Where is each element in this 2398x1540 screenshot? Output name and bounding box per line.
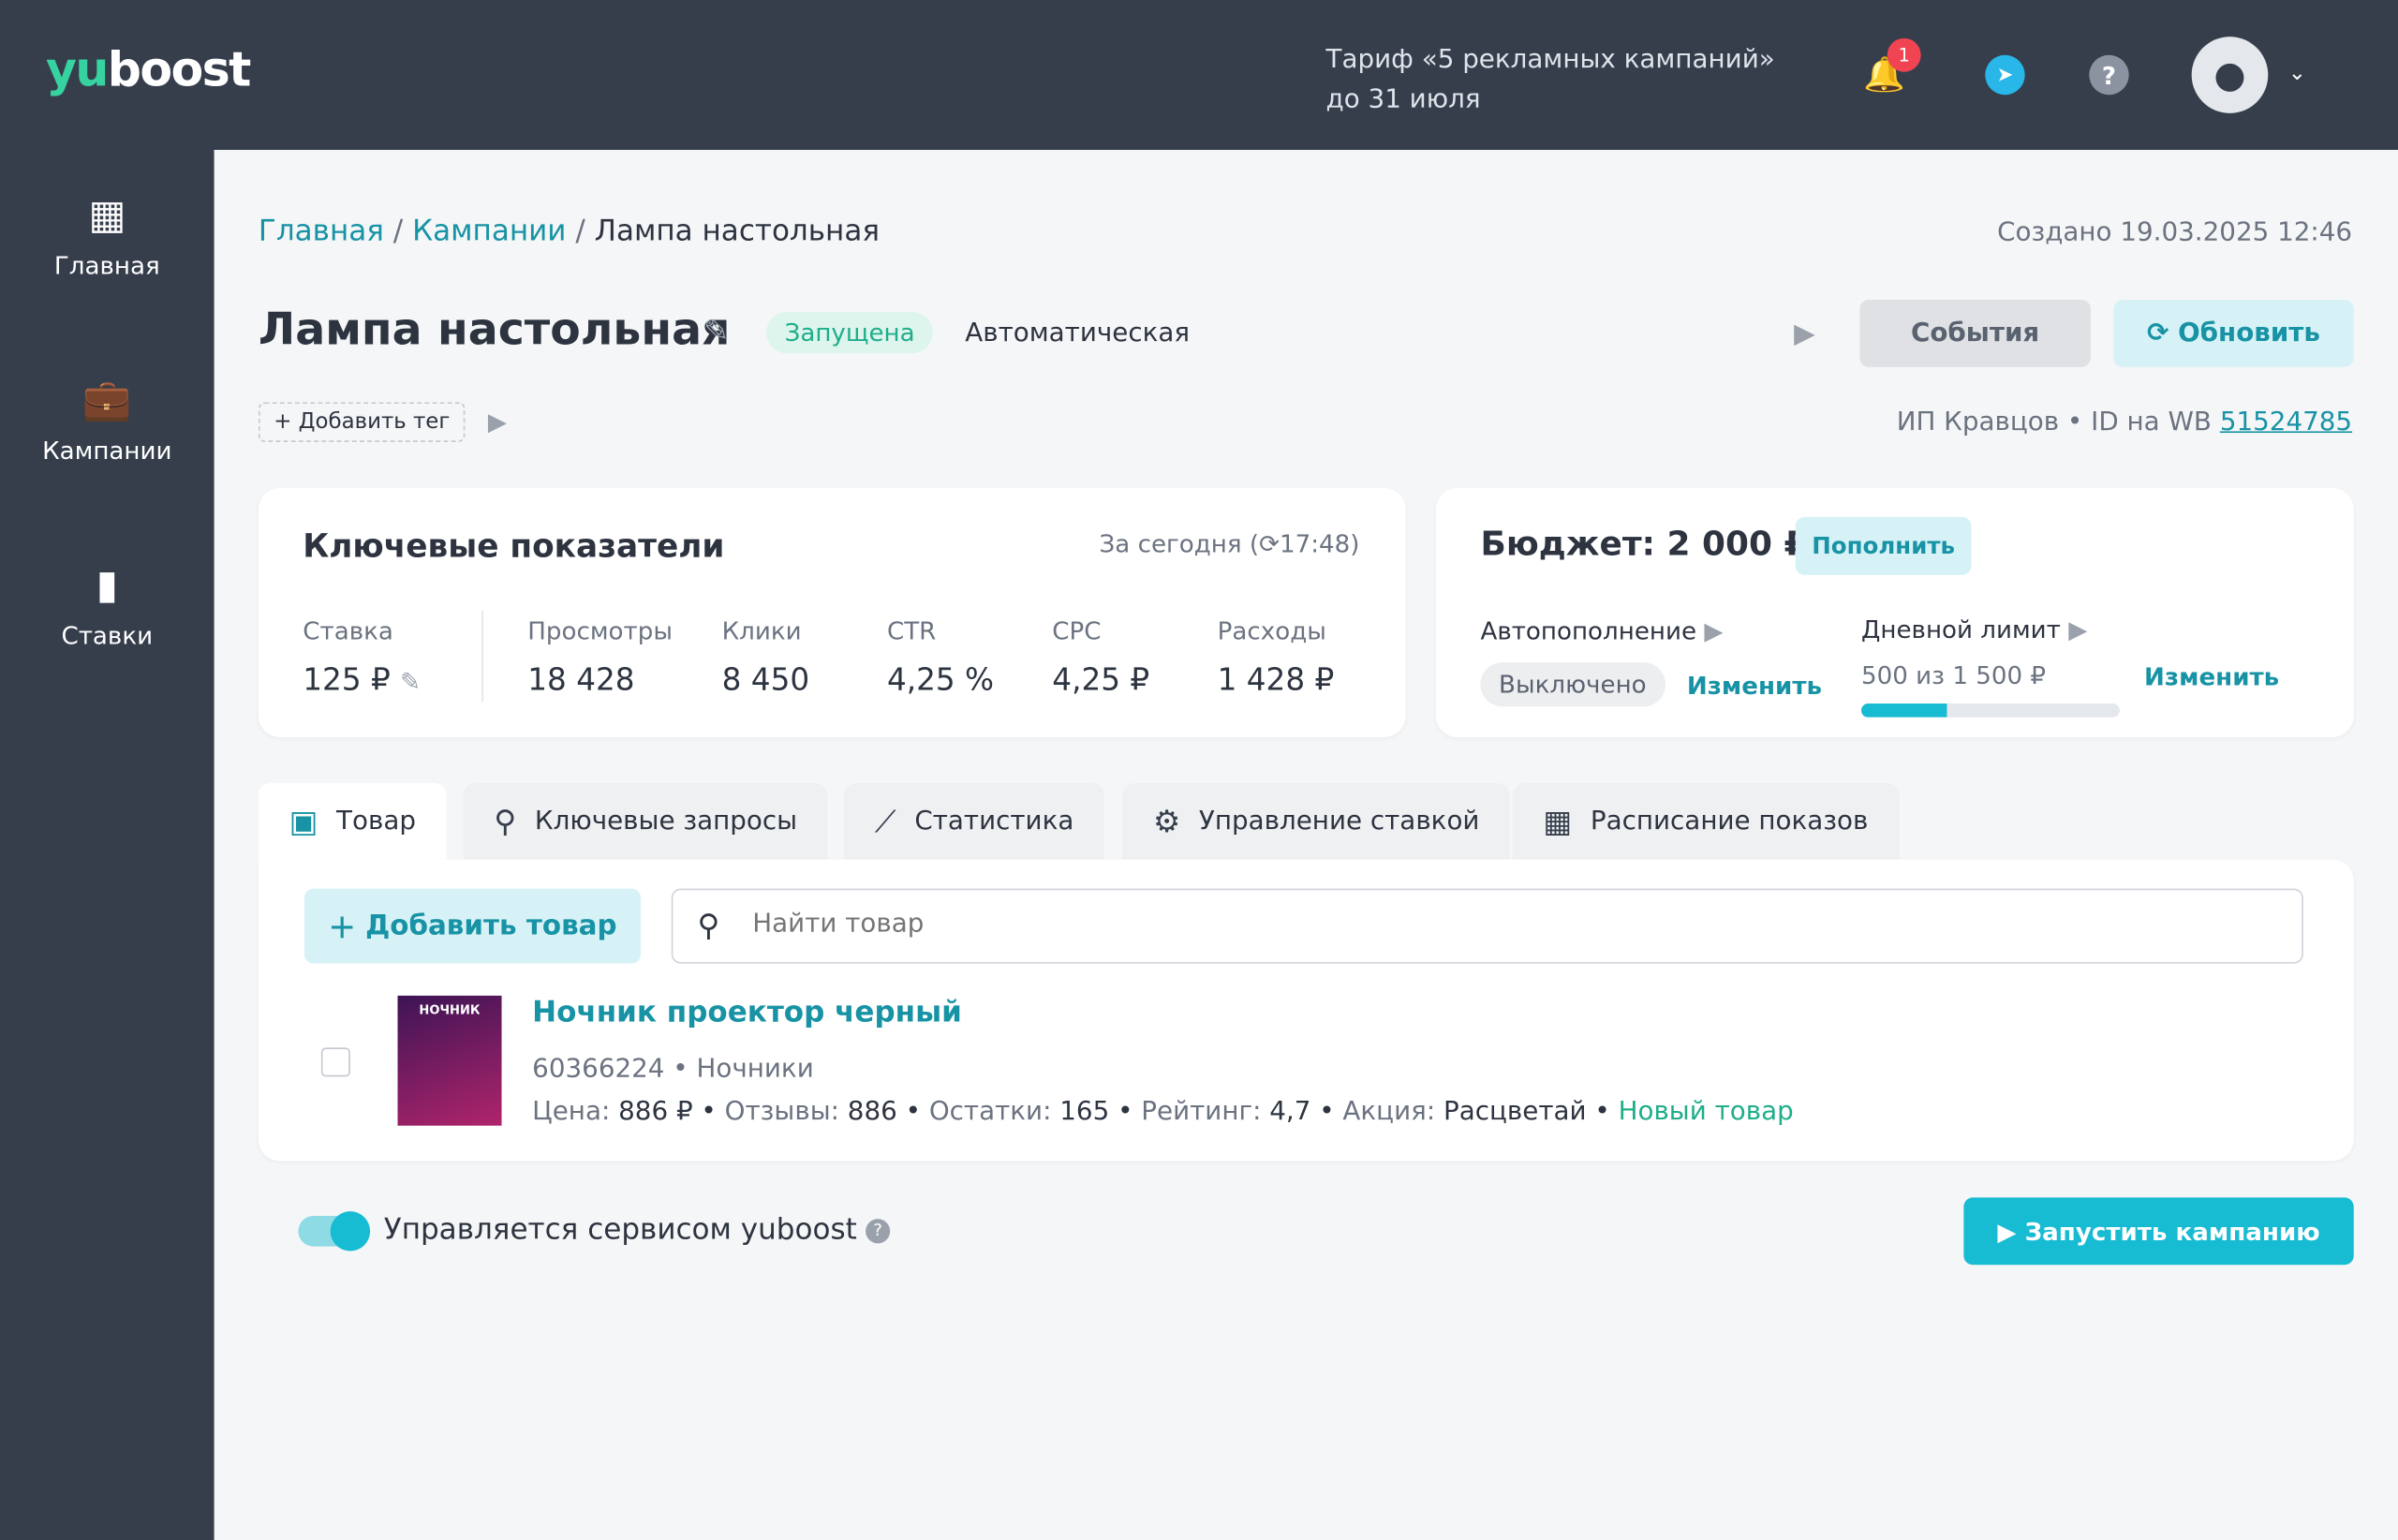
gear-icon: ⚙: [1153, 803, 1181, 840]
breadcrumb-campaigns[interactable]: Кампании: [412, 215, 566, 248]
product-details: Цена: 886 ₽ • Отзывы: 886 • Остатки: 165…: [532, 1096, 1794, 1128]
tab-label: Управление ставкой: [1198, 806, 1480, 837]
budget-title: Бюджет: 2 000 ₽: [1480, 526, 1808, 565]
breadcrumb: Главная / Кампании / Лампа настольная: [258, 214, 881, 248]
tab-0[interactable]: ▣ Товар: [258, 782, 447, 860]
logo[interactable]: yuboost: [46, 43, 251, 98]
product-name-link[interactable]: Ночник проектор черный: [532, 996, 962, 1029]
tab-label: Статистика: [914, 806, 1074, 837]
sidebar-item-campaigns[interactable]: 💼 Кампании: [0, 378, 215, 465]
add-tag-button[interactable]: + Добавить тег: [258, 402, 466, 442]
events-button[interactable]: События: [1859, 300, 2091, 367]
daily-limit-value: 500 из 1 500 ₽: [1860, 660, 2047, 690]
chevron-down-icon[interactable]: ⌄: [2282, 58, 2313, 89]
metric-0: Просмотры 18 428: [527, 616, 673, 698]
refresh-button[interactable]: ⟳ Обновить: [2113, 300, 2354, 367]
toggle-knob: [330, 1211, 371, 1251]
edit-icon[interactable]: ✎: [703, 312, 729, 348]
tab-label: Ключевые запросы: [534, 806, 798, 837]
bookmark-icon: ▣: [289, 803, 318, 840]
metric-label: Клики: [721, 615, 802, 645]
help-icon[interactable]: ?: [866, 1219, 891, 1244]
video-icon[interactable]: ▶: [1794, 318, 1815, 350]
daily-limit-fill: [1860, 703, 1947, 718]
created-date: Создано 19.03.2025 12:46: [1997, 216, 2353, 248]
video-icon[interactable]: ▶: [2068, 615, 2087, 644]
product-thumbnail[interactable]: НОЧНИК: [397, 995, 502, 1126]
tab-label: Расписание показов: [1590, 806, 1869, 837]
product-checkbox[interactable]: [320, 1047, 350, 1077]
metric-label: CTR: [886, 615, 937, 645]
search-icon: ⚲: [494, 803, 517, 840]
telegram-icon[interactable]: ➤: [1985, 54, 2025, 96]
main-content: Главная / Кампании / Лампа настольная Со…: [215, 150, 2398, 1540]
status-badge: Запущена: [765, 312, 934, 354]
wb-id-link[interactable]: 51524785: [2220, 407, 2352, 437]
product-meta: 60366224 • Ночники: [532, 1053, 814, 1085]
briefcase-icon: 💼: [81, 378, 132, 424]
help-icon[interactable]: ?: [2089, 54, 2129, 96]
autotopup-state: Выключено: [1480, 661, 1665, 707]
sync-icon: ⟳: [1259, 528, 1280, 558]
tab-4[interactable]: ▦ Расписание показов: [1512, 782, 1900, 860]
video-icon[interactable]: ▶: [488, 407, 507, 436]
tab-1[interactable]: ⚲ Ключевые запросы: [463, 782, 828, 860]
notification-badge: 1: [1887, 37, 1921, 72]
managed-label: Управляется сервисом yuboost: [383, 1212, 857, 1247]
campaign-type: Автоматическая: [965, 318, 1191, 349]
products-panel: ＋ Добавить товар ⚲ НОЧНИК Ночник проекто…: [258, 859, 2354, 1162]
metric-2: CTR 4,25 %: [887, 616, 994, 698]
metric-value: 1 428 ₽: [1217, 660, 1335, 698]
launch-campaign-button[interactable]: ▶ Запустить кампанию: [1963, 1197, 2354, 1266]
tab-3[interactable]: ⚙ Управление ставкой: [1122, 782, 1511, 860]
autotopup-change-link[interactable]: Изменить: [1687, 672, 1822, 701]
product-search[interactable]: ⚲: [671, 888, 2303, 964]
avatar[interactable]: ●: [2191, 37, 2269, 113]
autotopup-label: Автопополнение ▶: [1480, 615, 1724, 645]
bid-label: Ставка: [303, 615, 393, 645]
metric-value: 4,25 %: [886, 660, 995, 698]
metric-1: Клики 8 450: [722, 616, 809, 698]
tab-label: Товар: [336, 806, 416, 837]
managed-toggle[interactable]: [298, 1211, 371, 1251]
metric-label: Просмотры: [527, 615, 673, 645]
dashboard-icon: ▦: [88, 192, 126, 239]
new-product-badge: Новый товар: [1618, 1096, 1794, 1128]
seller-info: ИП Кравцов • ID на WB 51524785: [1896, 407, 2353, 437]
kpi-title: Ключевые показатели: [303, 527, 725, 565]
kpi-card: Ключевые показатели За сегодня (⟳17:48) …: [258, 487, 1406, 737]
breadcrumb-current: Лампа настольная: [594, 214, 881, 248]
page-title: Лампа настольная: [258, 303, 731, 355]
metric-label: CPC: [1052, 615, 1102, 645]
metric-value: 4,25 ₽: [1052, 660, 1150, 698]
daily-limit-change-link[interactable]: Изменить: [2144, 662, 2279, 691]
divider: [481, 610, 483, 703]
top-bar: yuboost Тариф «5 рекламных кампаний» до 3…: [0, 0, 2398, 151]
bar-chart-icon: ▮: [96, 562, 118, 609]
budget-card: Бюджет: 2 000 ₽ Пополнить Автопополнение…: [1436, 487, 2354, 737]
tab-2[interactable]: ⟋ Статистика: [844, 782, 1105, 860]
sidebar: ▦ Главная 💼 Кампании ▮ Ставки: [0, 150, 215, 1540]
topup-button[interactable]: Пополнить: [1795, 516, 1972, 575]
breadcrumb-home[interactable]: Главная: [259, 215, 384, 248]
kpi-period: За сегодня (⟳17:48): [1099, 528, 1360, 558]
sidebar-item-bids[interactable]: ▮ Ставки: [0, 563, 215, 650]
search-icon: ⚲: [697, 907, 720, 944]
daily-limit-label: Дневной лимит ▶: [1860, 615, 2088, 644]
edit-icon[interactable]: ✎: [400, 667, 421, 696]
bid-value: 125 ₽ ✎: [303, 660, 422, 698]
video-icon[interactable]: ▶: [1704, 616, 1723, 645]
metric-value: 18 428: [527, 660, 635, 698]
metric-value: 8 450: [721, 660, 810, 698]
product-search-input[interactable]: [752, 908, 2129, 940]
metric-4: Расходы 1 428 ₽: [1218, 616, 1335, 698]
chart-line-icon: ⟋: [874, 803, 896, 840]
metric-3: CPC 4,25 ₽: [1052, 616, 1149, 698]
add-product-button[interactable]: ＋ Добавить товар: [303, 888, 642, 964]
tariff-info: Тариф «5 рекламных кампаний» до 31 июля: [1325, 44, 1775, 115]
sidebar-item-home[interactable]: ▦ Главная: [0, 193, 215, 280]
calendar-icon: ▦: [1543, 803, 1573, 840]
metric-label: Расходы: [1217, 615, 1326, 645]
daily-limit-bar: [1860, 703, 2120, 718]
